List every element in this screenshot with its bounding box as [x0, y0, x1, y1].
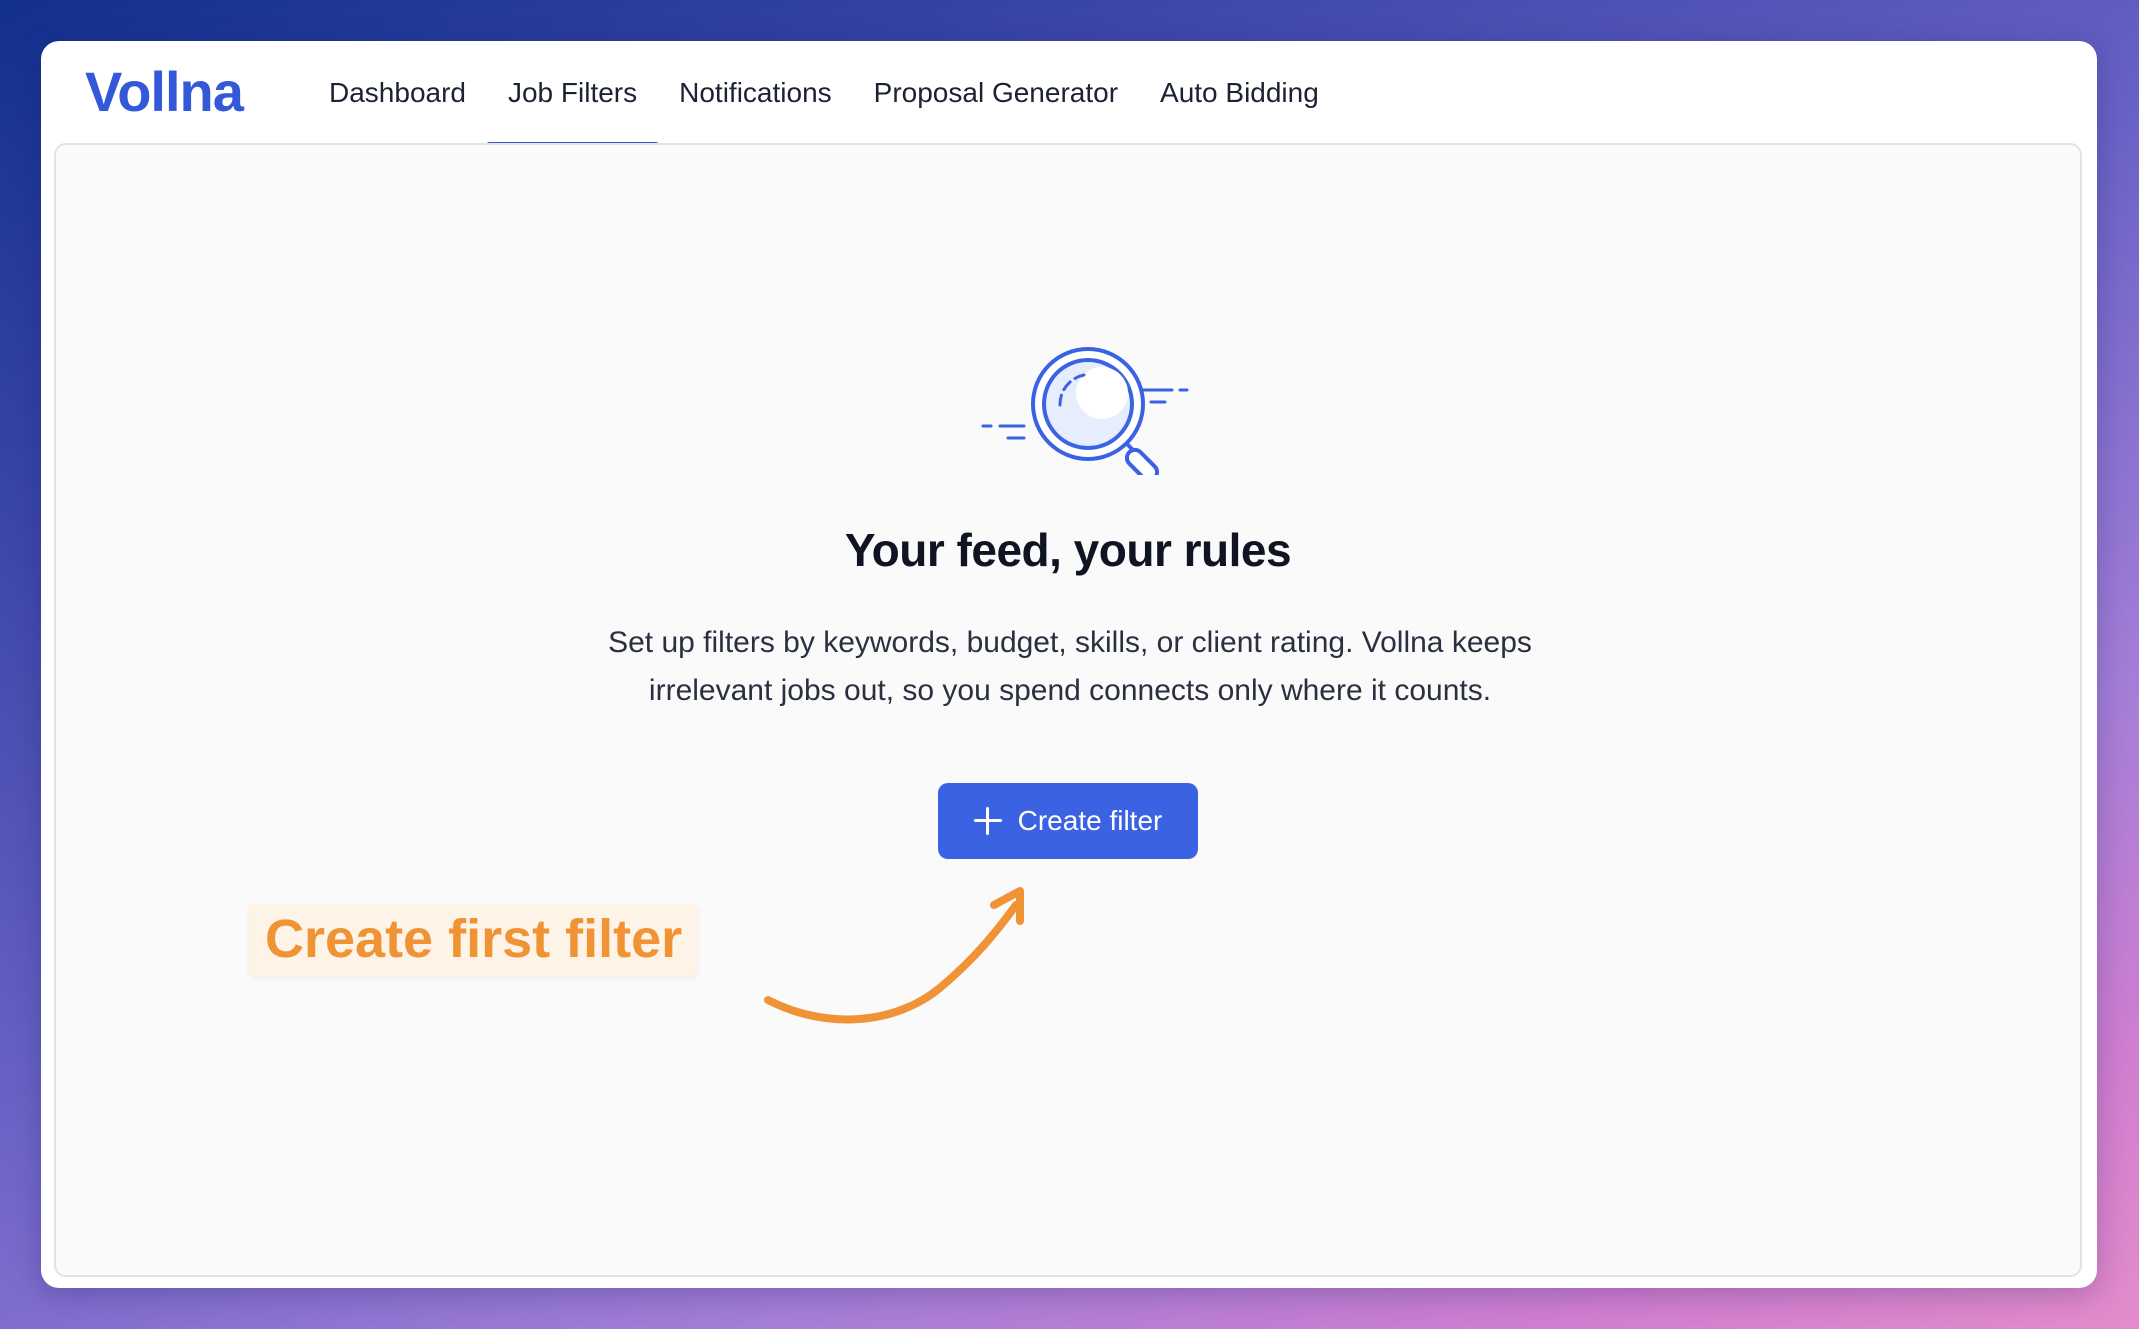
tab-notifications[interactable]: Notifications: [658, 41, 853, 144]
tab-proposal-generator[interactable]: Proposal Generator: [853, 41, 1139, 144]
description-line-1: Set up filters by keywords, budget, skil…: [608, 626, 1532, 659]
top-navigation: Vollna Dashboard Job Filters Notificatio…: [41, 41, 2097, 146]
nav-tabs: Dashboard Job Filters Notifications Prop…: [308, 41, 1340, 146]
empty-state-title: Your feed, your rules: [844, 524, 1292, 576]
description-line-2: irrelevant jobs out, so you spend connec…: [648, 674, 1492, 707]
curved-arrow-icon: [764, 887, 1024, 1024]
tab-auto-bidding[interactable]: Auto Bidding: [1139, 41, 1340, 144]
vollna-logo[interactable]: Vollna: [85, 59, 244, 124]
magnifier-icon: [981, 347, 1189, 475]
tab-dashboard[interactable]: Dashboard: [308, 41, 487, 144]
job-filters-panel: Your feed, your rules Set up filters by …: [54, 143, 2082, 1277]
app-window: Vollna Dashboard Job Filters Notificatio…: [41, 41, 2097, 1288]
tab-job-filters[interactable]: Job Filters: [486, 41, 659, 146]
empty-state-description: Set up filters by keywords, budget, skil…: [540, 619, 1600, 715]
create-first-filter-callout: Create first filter: [249, 904, 699, 976]
